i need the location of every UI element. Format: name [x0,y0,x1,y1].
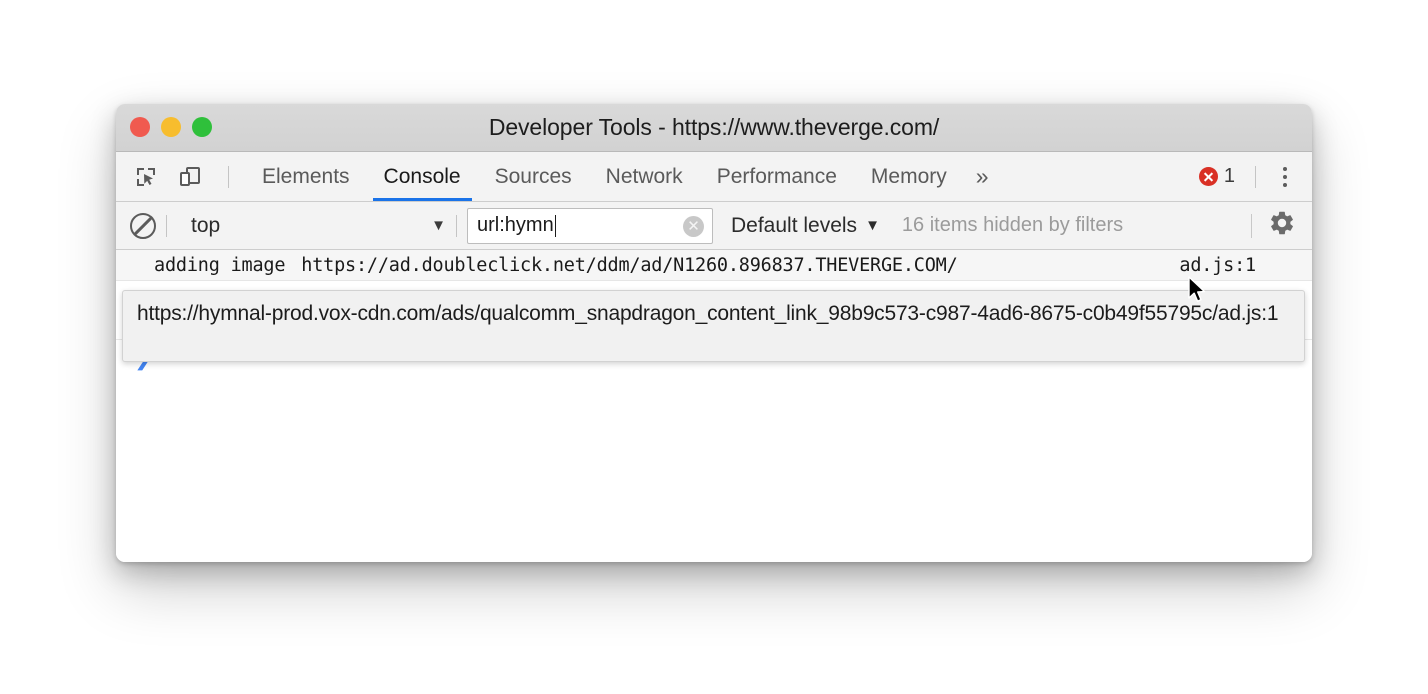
filter-input-value: url:hymn [477,214,554,236]
tab-memory[interactable]: Memory [854,152,964,201]
error-circle-icon [1198,167,1218,186]
filterbar-divider-2 [456,214,457,237]
screenshot-root: Developer Tools - https://www.theverge.c… [0,0,1428,694]
console-message-source-link[interactable]: ad.js:1 [1179,255,1256,276]
settings-gear-icon[interactable] [1268,209,1296,242]
tabstrip-right-controls: 1 [1198,161,1312,193]
tab-elements[interactable]: Elements [245,152,367,201]
log-levels-label: Default levels [731,213,858,237]
tabstrip-divider [1255,165,1256,188]
hidden-items-label: 16 items hidden by filters [901,214,1124,236]
filter-input[interactable]: url:hymn ✕ [467,207,713,244]
devtools-tabs: Elements Console Sources Network Perform… [245,152,1001,201]
console-message-url[interactable]: https://ad.doubleclick.net/ddm/ad/N1260.… [301,255,957,276]
console-message-text: adding image [154,254,286,276]
clear-console-icon[interactable] [130,212,156,239]
log-levels-dropdown[interactable]: Default levels ▼ [731,214,880,238]
console-message-row[interactable]: adding image https://ad.doubleclick.net/… [116,250,1312,281]
tab-network[interactable]: Network [589,152,700,201]
inspect-element-icon[interactable] [130,161,162,193]
window-titlebar: Developer Tools - https://www.theverge.c… [116,104,1312,152]
tab-performance[interactable]: Performance [700,152,854,201]
more-tabs-icon[interactable]: » [964,152,1001,201]
error-count-label: 1 [1223,165,1235,187]
tab-sources[interactable]: Sources [478,152,589,201]
device-toolbar-icon[interactable] [174,161,206,193]
settings-divider [1251,213,1252,238]
execution-context-dropdown[interactable]: top ▼ [179,214,446,238]
devtools-tabstrip: Elements Console Sources Network Perform… [116,152,1312,202]
kebab-dot [1283,182,1287,187]
kebab-menu-icon[interactable] [1270,161,1300,193]
clear-input-icon[interactable]: ✕ [683,215,704,237]
window-title: Developer Tools - https://www.theverge.c… [488,114,940,140]
console-filter-bar: top ▼ url:hymn ✕ Default levels ▼ 16 ite… [116,202,1312,250]
execution-context-value: top [191,213,221,237]
error-count-badge[interactable]: 1 [1198,165,1235,188]
devtools-tool-icons [116,161,239,193]
chevron-down-icon-levels: ▼ [865,217,880,234]
filterbar-divider [166,214,167,237]
chevron-down-icon: ▼ [431,217,446,234]
kebab-dot [1283,166,1287,171]
toolbar-divider [228,165,229,188]
kebab-dot [1283,174,1287,179]
link-url-tooltip: https://hymnal-prod.vox-cdn.com/ads/qual… [122,290,1305,362]
text-caret [554,214,557,237]
tab-console[interactable]: Console [367,152,478,201]
settings-area [1251,209,1312,242]
